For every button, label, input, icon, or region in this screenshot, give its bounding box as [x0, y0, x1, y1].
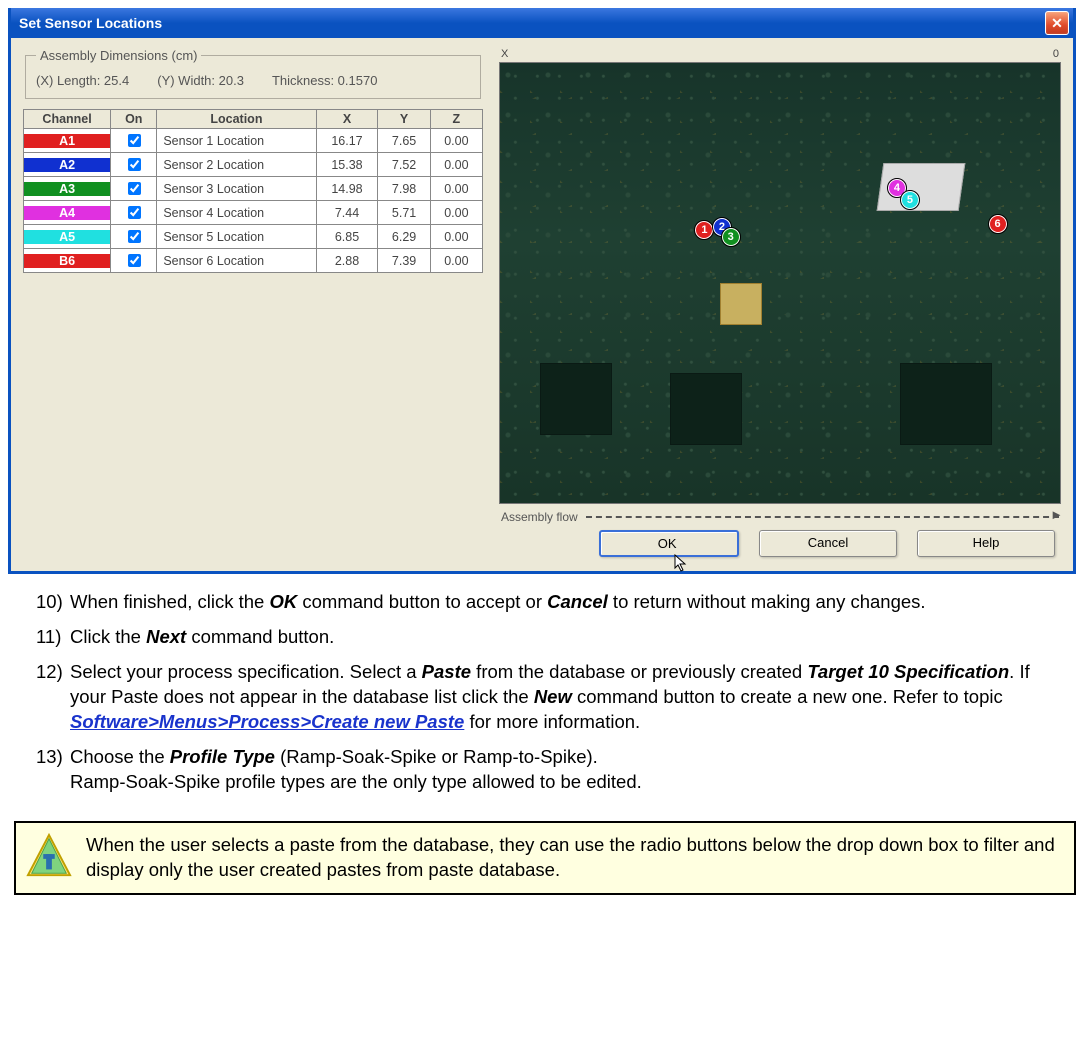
step-text: When finished, click the OK command butt…: [70, 590, 926, 615]
on-checkbox[interactable]: [128, 230, 141, 243]
close-button[interactable]: ✕: [1045, 11, 1069, 35]
z-cell[interactable]: 0.00: [430, 153, 482, 177]
sensor-table: Channel On Location X Y Z A1 Sensor 1 Loc…: [23, 109, 483, 273]
col-z: Z: [430, 110, 482, 129]
help-link[interactable]: Software>Menus>Process>Create new Paste: [70, 711, 464, 732]
col-channel: Channel: [24, 110, 111, 129]
instruction-step: 13)Choose the Profile Type (Ramp-Soak-Sp…: [36, 745, 1060, 795]
channel-badge: B6: [24, 254, 110, 268]
z-cell[interactable]: 0.00: [430, 201, 482, 225]
y-cell[interactable]: 6.29: [378, 225, 430, 249]
channel-badge: A4: [24, 206, 110, 220]
dimensions-legend: Assembly Dimensions (cm): [36, 48, 201, 63]
on-checkbox[interactable]: [128, 158, 141, 171]
window-title: Set Sensor Locations: [19, 15, 162, 31]
on-checkbox[interactable]: [128, 254, 141, 267]
location-cell[interactable]: Sensor 2 Location: [157, 153, 316, 177]
col-y: Y: [378, 110, 430, 129]
col-location: Location: [157, 110, 316, 129]
y-cell[interactable]: 7.52: [378, 153, 430, 177]
location-cell[interactable]: Sensor 4 Location: [157, 201, 316, 225]
ok-button[interactable]: OK: [599, 530, 739, 557]
step-number: 11): [36, 625, 70, 650]
thickness-value: Thickness: 0.1570: [272, 73, 378, 88]
location-cell[interactable]: Sensor 6 Location: [157, 249, 316, 273]
sensor-marker[interactable]: 3: [721, 227, 741, 247]
step-number: 12): [36, 660, 70, 735]
x-cell[interactable]: 7.44: [316, 201, 378, 225]
assembly-flow-label: Assembly flow: [501, 510, 578, 524]
z-cell[interactable]: 0.00: [430, 177, 482, 201]
table-row[interactable]: A2 Sensor 2 Location15.387.520.00: [24, 153, 483, 177]
x-cell[interactable]: 6.85: [316, 225, 378, 249]
x-cell[interactable]: 16.17: [316, 129, 378, 153]
table-row[interactable]: B6 Sensor 6 Location2.887.390.00: [24, 249, 483, 273]
col-x: X: [316, 110, 378, 129]
z-cell[interactable]: 0.00: [430, 129, 482, 153]
width-value: (Y) Width: 20.3: [157, 73, 244, 88]
channel-badge: A2: [24, 158, 110, 172]
step-number: 10): [36, 590, 70, 615]
titlebar[interactable]: Set Sensor Locations ✕: [11, 8, 1073, 38]
on-checkbox[interactable]: [128, 134, 141, 147]
on-checkbox[interactable]: [128, 182, 141, 195]
y-cell[interactable]: 7.98: [378, 177, 430, 201]
x-cell[interactable]: 14.98: [316, 177, 378, 201]
help-button[interactable]: Help: [917, 530, 1055, 557]
step-number: 13): [36, 745, 70, 795]
tip-text: When the user selects a paste from the d…: [86, 833, 1060, 883]
flow-arrow-icon: [586, 516, 1059, 518]
x-cell[interactable]: 2.88: [316, 249, 378, 273]
cancel-button[interactable]: Cancel: [759, 530, 897, 557]
axis-x-left: X: [501, 48, 508, 60]
x-cell[interactable]: 15.38: [316, 153, 378, 177]
assembly-dimensions-group: Assembly Dimensions (cm) (X) Length: 25.…: [25, 48, 481, 99]
step-text: Select your process specification. Selec…: [70, 660, 1060, 735]
y-cell[interactable]: 7.65: [378, 129, 430, 153]
location-cell[interactable]: Sensor 5 Location: [157, 225, 316, 249]
on-checkbox[interactable]: [128, 206, 141, 219]
ok-label: OK: [658, 536, 677, 551]
table-row[interactable]: A3 Sensor 3 Location14.987.980.00: [24, 177, 483, 201]
z-cell[interactable]: 0.00: [430, 249, 482, 273]
y-cell[interactable]: 5.71: [378, 201, 430, 225]
table-row[interactable]: A4 Sensor 4 Location7.445.710.00: [24, 201, 483, 225]
table-row[interactable]: A5 Sensor 5 Location6.856.290.00: [24, 225, 483, 249]
instruction-step: 12)Select your process specification. Se…: [36, 660, 1060, 735]
location-cell[interactable]: Sensor 3 Location: [157, 177, 316, 201]
instruction-step: 10)When finished, click the OK command b…: [36, 590, 1060, 615]
step-text: Choose the Profile Type (Ramp-Soak-Spike…: [70, 745, 642, 795]
tip-callout: When the user selects a paste from the d…: [14, 821, 1076, 895]
instruction-step: 11)Click the Next command button.: [36, 625, 1060, 650]
channel-badge: A1: [24, 134, 110, 148]
location-cell[interactable]: Sensor 1 Location: [157, 129, 316, 153]
close-icon: ✕: [1051, 15, 1063, 32]
pcb-preview[interactable]: Y 123456: [499, 62, 1061, 504]
y-cell[interactable]: 7.39: [378, 249, 430, 273]
channel-badge: A3: [24, 182, 110, 196]
axis-x-right: 0: [1053, 48, 1059, 60]
table-row[interactable]: A1 Sensor 1 Location16.177.650.00: [24, 129, 483, 153]
col-on: On: [111, 110, 157, 129]
instruction-list: 10)When finished, click the OK command b…: [0, 574, 1090, 815]
z-cell[interactable]: 0.00: [430, 225, 482, 249]
length-value: (X) Length: 25.4: [36, 73, 129, 88]
tip-icon: [26, 833, 72, 879]
channel-badge: A5: [24, 230, 110, 244]
step-text: Click the Next command button.: [70, 625, 334, 650]
sensor-marker[interactable]: 6: [988, 214, 1008, 234]
set-sensor-locations-dialog: Set Sensor Locations ✕ Assembly Dimensio…: [8, 8, 1076, 574]
